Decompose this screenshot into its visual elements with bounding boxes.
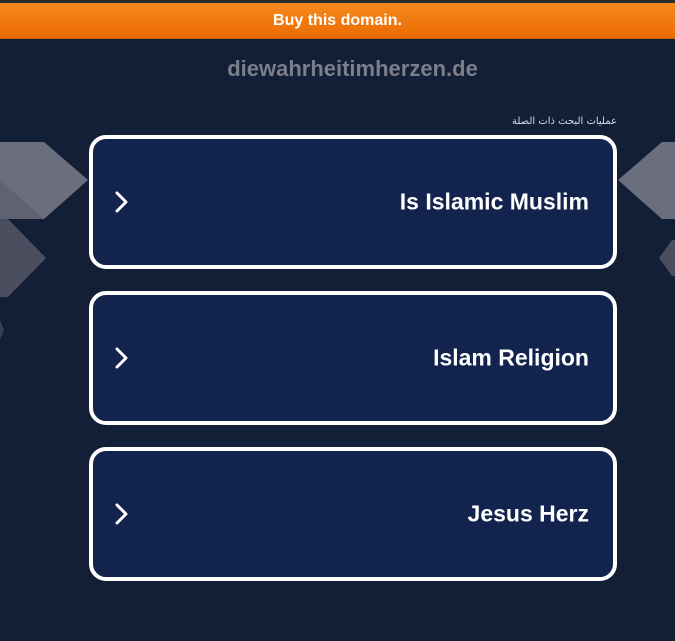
related-link-label: Jesus Herz (467, 500, 589, 527)
chevron-right-icon (115, 347, 128, 369)
buy-domain-banner[interactable]: Buy this domain. (0, 3, 675, 39)
related-link-is-islamic-muslim[interactable]: Is Islamic Muslim (89, 135, 617, 269)
chevron-right-icon (115, 191, 128, 213)
related-link-label: Is Islamic Muslim (399, 188, 589, 215)
domain-name: diewahrheitimherzen.de (227, 56, 478, 81)
related-link-jesus-herz[interactable]: Jesus Herz (89, 447, 617, 581)
buy-domain-label: Buy this domain. (273, 11, 402, 29)
related-link-islam-religion[interactable]: Islam Religion (89, 291, 617, 425)
related-links-list: Is Islamic Muslim Islam Religion Jesus H… (89, 135, 617, 603)
related-searches-heading: عمليات البحث ذات الصلة (511, 116, 617, 127)
chevron-right-icon (115, 503, 128, 525)
related-link-label: Islam Religion (433, 344, 589, 371)
